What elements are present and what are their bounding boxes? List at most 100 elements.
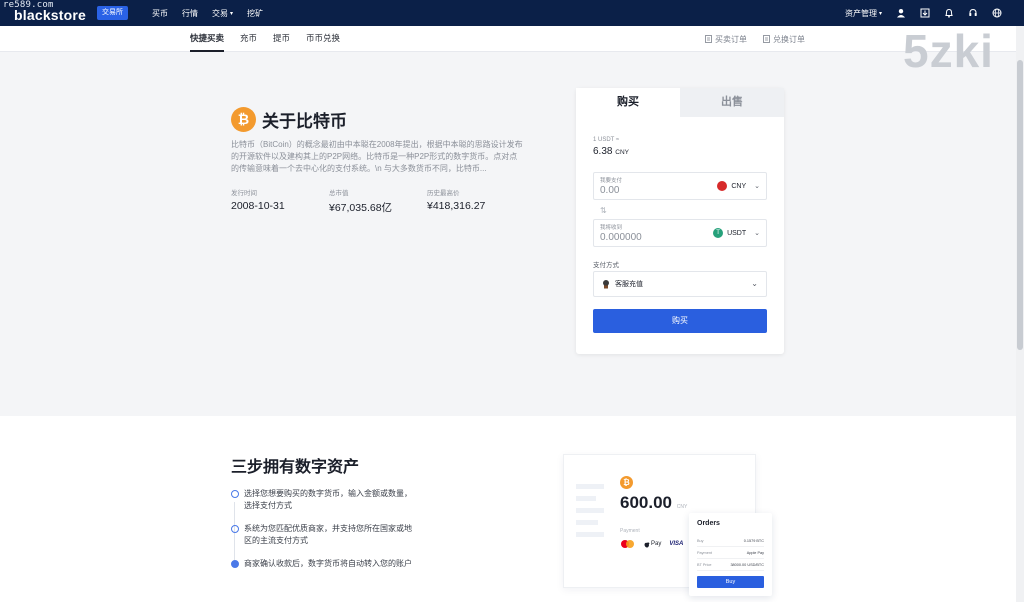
order-key: Buy	[697, 538, 704, 543]
swap-icon[interactable]: ⇅	[600, 206, 607, 215]
check-circle-icon	[231, 560, 239, 568]
currency-select-cny[interactable]: CNY ⌄	[717, 181, 760, 191]
step-item: 系统为您匹配优质商家，并支持您所在国家或地区的主流支付方式	[231, 523, 419, 547]
document-icon	[705, 35, 712, 43]
payment-label: Payment	[620, 528, 640, 534]
tether-icon: T	[713, 228, 724, 238]
chevron-down-icon: ▾	[230, 10, 234, 17]
bell-icon[interactable]	[944, 8, 954, 18]
coin-description: 比特币（BitCoin）的概念最初由中本聪在2008年提出，根据中本聪的思路设计…	[231, 140, 523, 173]
amount-value: 600.00	[620, 493, 672, 512]
nav-label: 行情	[182, 8, 198, 18]
orders-title: Orders	[697, 520, 720, 527]
buy-button[interactable]: 购买	[593, 309, 767, 333]
swap-orders-label: 兑换订单	[773, 34, 805, 44]
illustration-amount: 600.00 CNY	[620, 493, 687, 513]
exchange-button[interactable]: 交易所	[97, 6, 128, 20]
currency-select-usdt[interactable]: T USDT ⌄	[713, 228, 760, 238]
chevron-down-icon: ⌄	[754, 230, 760, 237]
swap-orders-link[interactable]: 兑换订单	[763, 34, 805, 45]
step-dot-icon	[231, 525, 239, 533]
pay-amount-input[interactable]: 0.00	[600, 185, 619, 196]
orders-rows: Buy 0.1579 BTC Payment Apple Pay BT Price 3…	[697, 535, 764, 571]
download-icon[interactable]	[920, 8, 930, 18]
tab-deposit[interactable]: 充币	[240, 26, 257, 52]
trade-orders-link[interactable]: 买卖订单	[705, 34, 747, 45]
coin-title: 关于比特币	[262, 112, 347, 131]
step-text: 商家确认收款后，数字货币将自动转入您的账户	[244, 559, 412, 568]
stat-market-cap: 总市值 ¥67,035.68亿	[329, 187, 427, 215]
trade-card: 购买 出售 1 USDT ≈ 6.38 CNY 我要支付 0.00 CNY ⌄ …	[576, 88, 784, 354]
stat-label: 总市值	[329, 190, 349, 197]
user-icon[interactable]	[896, 8, 906, 18]
sub-nav: 快捷买卖 充币 提币 币币兑换 买卖订单 兑换订单	[0, 26, 1024, 52]
document-icon	[763, 35, 770, 43]
trade-orders-label: 买卖订单	[715, 34, 747, 44]
receive-amount-input[interactable]: 0.000000	[600, 232, 642, 243]
pay-amount-field[interactable]: 我要支付 0.00 CNY ⌄	[593, 172, 767, 200]
receive-amount-field[interactable]: 我将收到 0.000000 T USDT ⌄	[593, 219, 767, 247]
nav-label: 交易	[212, 8, 228, 18]
main-nav: 买币 行情 交易 ▾ 挖矿	[152, 0, 263, 26]
apple-pay-icon: Pay	[644, 541, 661, 548]
scrollbar-thumb[interactable]	[1017, 60, 1023, 350]
vertical-scrollbar[interactable]	[1016, 26, 1024, 602]
order-value: Apple Pay	[746, 550, 764, 555]
tab-withdraw[interactable]: 提币	[273, 26, 290, 52]
stat-label: 历史最高价	[427, 190, 460, 197]
trade-tabs: 购买 出售	[576, 88, 784, 117]
bitcoin-icon: ₿	[620, 476, 633, 489]
nav-label: 挖矿	[247, 8, 264, 18]
assets-label: 资产管理	[844, 8, 877, 18]
headset-icon[interactable]	[968, 8, 978, 18]
stat-value: ¥418,316.27	[427, 200, 486, 212]
toolbar-right: 资产管理 ▾	[845, 0, 1002, 26]
order-links: 买卖订单 兑换订单	[705, 26, 805, 52]
order-value: 0.1579 BTC	[743, 538, 764, 543]
step-text: 选择您想要购买的数字货币，输入金额或数量，选择支付方式	[244, 489, 412, 510]
tab-swap[interactable]: 币币兑换	[306, 26, 340, 52]
amount-unit: CNY	[676, 504, 688, 510]
nav-item-buy[interactable]: 买币	[152, 8, 168, 19]
top-navbar: blackstore re589.com 交易所 买币 行情 交易 ▾ 挖矿 资产…	[0, 0, 1024, 26]
stat-all-time-high: 历史最高价 ¥418,316.27	[427, 187, 525, 215]
illustration-placeholder-bars	[576, 484, 604, 544]
hero-section	[0, 52, 1016, 416]
payment-method-label: 支付方式	[593, 262, 619, 269]
customer-service-icon	[603, 280, 609, 289]
steps-section: 三步拥有数字资产 选择您想要购买的数字货币，输入金额或数量，选择支付方式 系统为…	[0, 416, 1016, 602]
rate-number: 6.38	[593, 146, 613, 157]
tab-quick-trade[interactable]: 快捷买卖	[190, 26, 225, 52]
order-value: 38000.00 USD/BTC	[730, 562, 764, 567]
coin-header: ₿ 关于比特币	[231, 107, 347, 132]
order-key: BT Price	[697, 562, 712, 567]
tab-buy[interactable]: 购买	[576, 88, 680, 117]
order-row: BT Price 38000.00 USD/BTC	[697, 559, 764, 571]
chevron-down-icon: ⌄	[751, 279, 758, 288]
order-row: Buy 0.1579 BTC	[697, 535, 764, 547]
rate-value: 6.38 CNY	[593, 146, 629, 157]
orders-card: Orders Buy 0.1579 BTC Payment Apple Pay BT…	[689, 513, 772, 596]
step-item: 选择您想要购买的数字货币，输入金额或数量，选择支付方式	[231, 488, 419, 512]
assets-menu[interactable]: 资产管理 ▾	[845, 8, 882, 19]
visa-icon: VISA	[669, 541, 684, 547]
apple-pay-label: Pay	[651, 541, 662, 547]
chevron-down-icon: ▾	[878, 10, 882, 17]
nav-item-mining[interactable]: 挖矿	[247, 8, 263, 19]
nav-item-trade[interactable]: 交易 ▾	[212, 8, 233, 19]
step-item: 商家确认收款后，数字货币将自动转入您的账户	[231, 558, 444, 570]
rate-label: 1 USDT ≈	[593, 137, 620, 143]
nav-item-market[interactable]: 行情	[182, 8, 198, 19]
stat-issue-date: 发行时间 2008-10-31	[231, 187, 329, 215]
nav-label: 买币	[152, 8, 168, 18]
payment-method-value: 客服充值	[615, 281, 643, 288]
coin-stats: 发行时间 2008-10-31 总市值 ¥67,035.68亿 历史最高价 ¥4…	[231, 187, 525, 215]
payment-method-select[interactable]: 客服充值 ⌄	[593, 271, 767, 297]
sub-nav-tabs: 快捷买卖 充币 提币 币币兑换	[190, 26, 340, 52]
tab-sell[interactable]: 出售	[680, 88, 784, 117]
stat-label: 发行时间	[231, 190, 257, 197]
currency-code: USDT	[727, 229, 747, 237]
china-flag-icon	[717, 181, 728, 191]
field-label: 我将收到	[600, 225, 623, 231]
globe-icon[interactable]	[992, 8, 1002, 18]
